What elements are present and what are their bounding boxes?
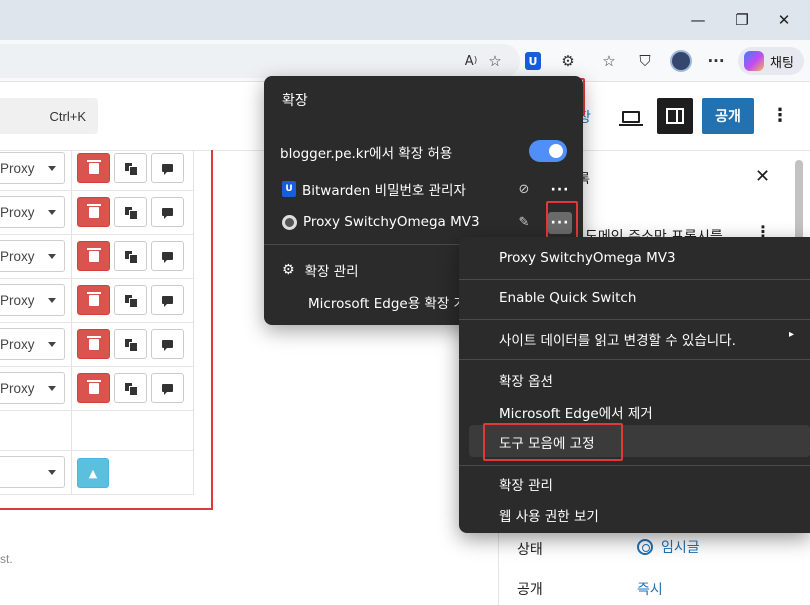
read-aloud-button[interactable]: A) [458, 48, 484, 74]
close-panel-button[interactable]: ✕ [755, 166, 770, 187]
sidebar-icon [666, 108, 684, 124]
minimize-icon: — [690, 11, 706, 29]
unpin-icon[interactable]: ⊘ [514, 179, 534, 199]
device-preview-button[interactable] [617, 103, 645, 131]
extension-name: Proxy SwitchyOmega MV3 [303, 214, 480, 230]
menu-item-site-data[interactable]: 사이트 데이터를 읽고 변경할 수 있습니다. [499, 329, 736, 349]
profile-button[interactable] [668, 48, 694, 74]
copilot-chat-button[interactable]: 채팅 [738, 47, 804, 75]
rules-table-highlight [0, 150, 213, 510]
laptop-icon [619, 111, 643, 126]
settings-more-button[interactable]: ··· [703, 48, 729, 74]
chat-label: 채팅 [770, 55, 794, 71]
get-edge-extensions-link[interactable]: Microsoft Edge용 확장 가져오기 [308, 292, 468, 312]
extension-item-bitwarden[interactable]: U Bitwarden 비밀번호 관리자 [282, 178, 466, 200]
collections-icon: ☆ [602, 52, 616, 70]
close-window-button[interactable]: ✕ [770, 8, 798, 32]
manage-extensions-link[interactable]: ⚙ 확장 관리 [282, 260, 359, 280]
menu-divider [459, 319, 810, 320]
shield-icon: ⛉ [639, 52, 651, 70]
extension-item-switchyomega[interactable]: Proxy SwitchyOmega MV3 [282, 211, 480, 233]
restore-button[interactable]: ❐ [728, 8, 756, 32]
settings-sidebar-toggle[interactable] [657, 98, 693, 134]
bitwarden-toolbar-button[interactable]: U [520, 48, 546, 74]
options-button[interactable]: ⋮ [770, 104, 790, 128]
site-permission-label: blogger.pe.kr에서 확장 허용 [280, 146, 453, 162]
publish-button[interactable]: 공개 [702, 98, 754, 134]
panel-header-divider [580, 150, 810, 151]
star-icon: ☆ [488, 52, 502, 70]
menu-item-quick-switch[interactable]: Enable Quick Switch [499, 290, 636, 306]
bitwarden-icon: U [282, 181, 296, 197]
menu-divider [459, 279, 810, 280]
menu-divider [459, 359, 810, 360]
puzzle-icon: ⚙ [561, 52, 575, 70]
command-search[interactable]: Ctrl+K [0, 98, 98, 134]
bitwarden-icon: U [525, 52, 541, 70]
address-bar[interactable] [0, 44, 520, 78]
minimize-button[interactable]: — [684, 8, 712, 32]
pin-item-highlight [483, 423, 623, 461]
gear-icon: ⚙ [282, 262, 295, 278]
visibility-label: 공개 [517, 582, 543, 598]
more-button-highlight [546, 201, 578, 239]
manage-label: 확장 관리 [304, 264, 359, 280]
menu-item-options[interactable]: 확장 옵션 [499, 370, 553, 390]
footnote-text: st. [0, 552, 13, 566]
extensions-button[interactable]: ⚙ [555, 48, 581, 74]
status-value: 임시글 [661, 540, 700, 556]
copilot-icon [744, 51, 764, 71]
status-label: 상태 [517, 542, 543, 558]
read-aloud-icon: A [464, 53, 474, 69]
restore-icon: ❐ [735, 11, 749, 29]
more-icon: ··· [707, 52, 725, 70]
visibility-value[interactable]: 즉시 [637, 579, 663, 599]
draft-status-icon [637, 539, 653, 555]
pin-icon[interactable]: ✎ [514, 212, 534, 232]
menu-divider [459, 465, 810, 466]
collections-button[interactable]: ☆ [596, 48, 622, 74]
bitwarden-more-button[interactable]: ··· [548, 179, 572, 201]
menu-item-web-permissions[interactable]: 웹 사용 권한 보기 [499, 505, 599, 525]
extension-name: Bitwarden 비밀번호 관리자 [302, 183, 466, 199]
extensions-heading: 확장 [282, 93, 308, 109]
avatar [670, 50, 692, 72]
submenu-arrow-icon: ▸ [789, 329, 795, 340]
menu-item-remove[interactable]: Microsoft Edge에서 제거 [499, 402, 653, 422]
menu-item-manage[interactable]: 확장 관리 [499, 474, 553, 494]
close-icon: ✕ [777, 11, 791, 29]
shortcut-label: Ctrl+K [49, 108, 86, 124]
title-bar: — ❐ ✕ [0, 0, 810, 40]
browser-essentials-button[interactable]: ⛉ [632, 48, 658, 74]
site-permission-toggle[interactable] [529, 140, 567, 162]
favorite-button[interactable]: ☆ [482, 48, 508, 74]
status-value-button[interactable]: 임시글 [637, 537, 700, 557]
extension-context-menu: Proxy SwitchyOmega MV3 Enable Quick Swit… [459, 237, 810, 533]
menu-item-extension-title[interactable]: Proxy SwitchyOmega MV3 [499, 250, 676, 266]
switchyomega-icon [282, 214, 297, 230]
